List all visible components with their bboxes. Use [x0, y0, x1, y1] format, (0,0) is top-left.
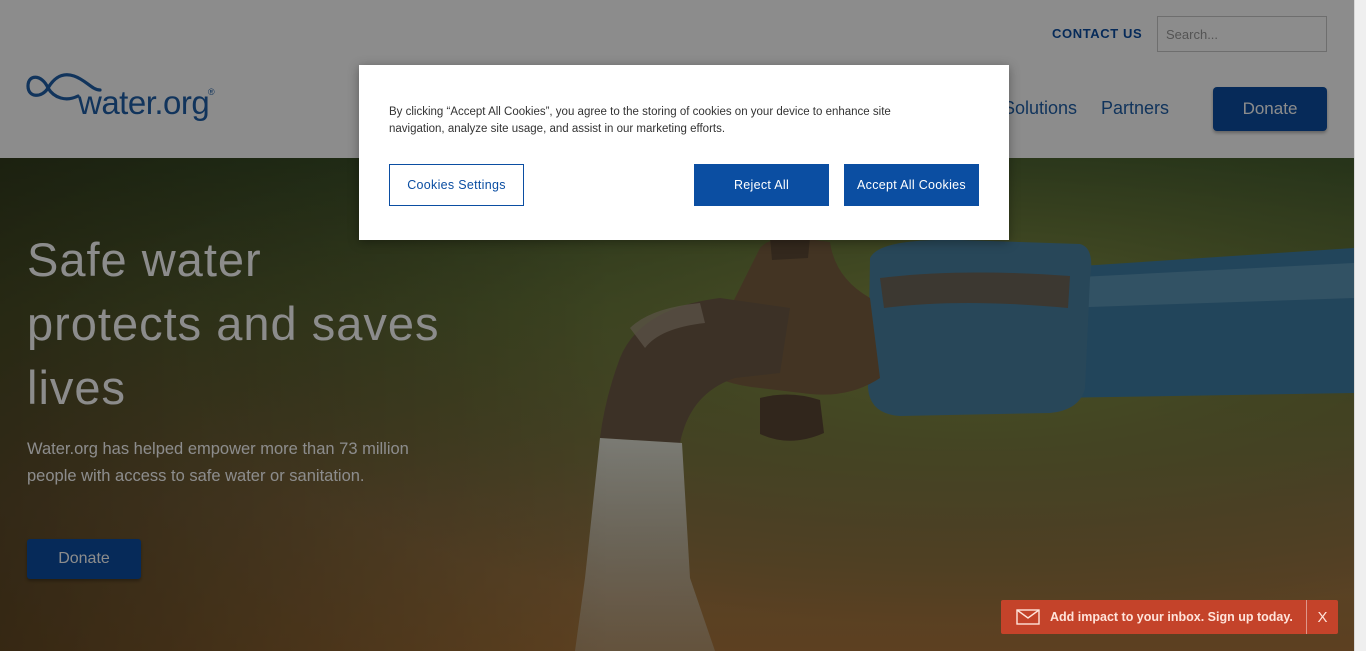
mail-icon: [1016, 609, 1040, 625]
reject-all-button[interactable]: Reject All: [694, 164, 829, 206]
page-scrollbar[interactable]: [1354, 0, 1366, 651]
accept-all-cookies-button[interactable]: Accept All Cookies: [844, 164, 979, 206]
cookie-message: By clicking “Accept All Cookies”, you ag…: [389, 106, 891, 135]
newsletter-signup-bar[interactable]: Add impact to your inbox. Sign up today.…: [1001, 600, 1338, 634]
close-signup-button[interactable]: X: [1307, 600, 1338, 634]
signup-link[interactable]: Add impact to your inbox. Sign up today.: [1050, 610, 1293, 624]
cookie-consent-dialog: By clicking “Accept All Cookies”, you ag…: [359, 65, 1009, 240]
cookies-settings-button[interactable]: Cookies Settings: [389, 164, 524, 206]
